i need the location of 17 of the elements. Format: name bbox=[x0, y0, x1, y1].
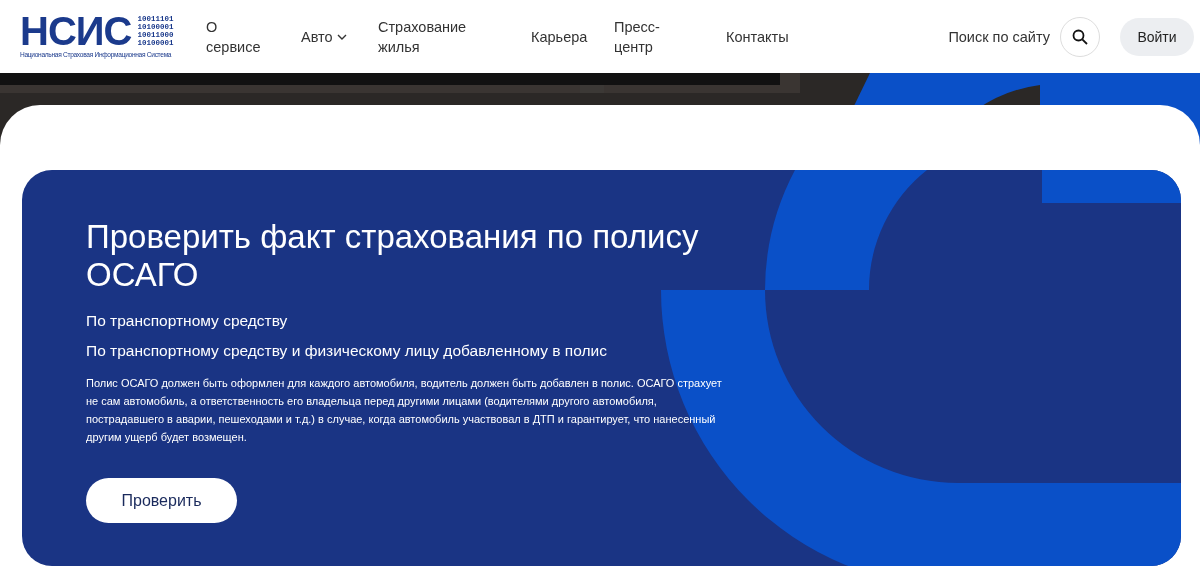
search-label[interactable]: Поиск по сайту bbox=[948, 28, 1050, 45]
check-button[interactable]: Проверить bbox=[86, 478, 237, 523]
logo-letters: НСИС bbox=[20, 14, 132, 48]
nav-link[interactable]: О сервисе bbox=[206, 16, 301, 57]
description-text: Полис ОСАГО должен быть оформлен для каждого автомобиля, водитель должен быть добавлен в полис. ОСАГО страхует не сам автомобиль, а ответственность его владельца перед другими лицами (водителями другого автомобиля, пострадавшего в аварии, пешеходами и т.д.) в случае, когда автомобиль участвовал в ДТП и гарантирует, что нанесенный другим ущерб будет возмещен. bbox=[86, 376, 723, 445]
search-icon bbox=[1072, 28, 1088, 45]
nav-link[interactable]: Авто bbox=[301, 26, 378, 47]
chevron-down-icon bbox=[336, 33, 347, 40]
nav-link[interactable]: Пресс-центр bbox=[614, 16, 726, 57]
nav-link[interactable]: Карьера bbox=[531, 26, 614, 47]
card-title: Проверить факт страхования по полису ОСАГО bbox=[86, 218, 700, 294]
check-option-link[interactable]: По транспортному средству и физическому лицу добавленному в полис bbox=[86, 342, 726, 360]
nav-link[interactable]: Контакты bbox=[726, 26, 826, 47]
nav-link[interactable]: Страхование жилья bbox=[378, 16, 531, 57]
search-button[interactable] bbox=[1060, 16, 1100, 57]
login-button[interactable]: Войти bbox=[1120, 17, 1194, 56]
check-option-link[interactable]: По транспортному средству bbox=[86, 312, 726, 330]
